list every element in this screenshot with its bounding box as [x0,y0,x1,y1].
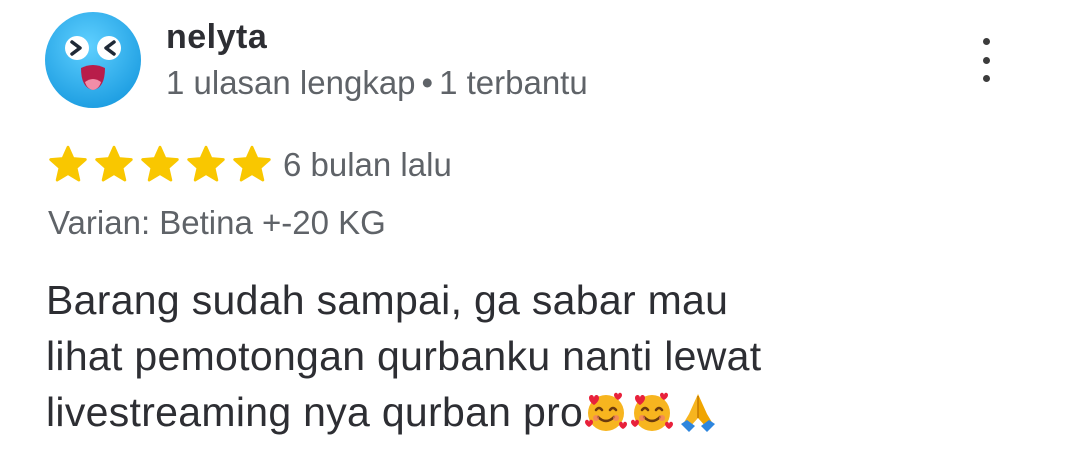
review-card: nelyta 1 ulasan lengkap • 1 terbantu 6 bul… [0,0,1080,462]
separator-dot: • [421,64,434,101]
more-options-icon [982,38,990,45]
star-rating [47,144,273,186]
star-icon [49,145,87,182]
review-line: lihat pemotongan qurbanku nanti lewat [46,333,762,379]
squinting-face-avatar-icon[interactable] [45,12,141,108]
star-icon [233,145,271,182]
review-time: 6 bulan lalu [283,146,452,183]
star-icon [141,145,179,182]
rating-row: 6 bulan lalu [47,144,452,186]
helpful-count: 1 terbantu [439,64,588,101]
reviewer-name[interactable]: nelyta [166,18,267,57]
product-variant: Varian: Betina +-20 KG [48,204,386,241]
review-text: Barang sudah sampai, ga sabar mau lihat … [46,272,906,440]
star-icon [187,145,225,182]
star-icon [95,145,133,182]
reviewer-stats: 1 ulasan lengkap • 1 terbantu [166,64,588,102]
smiling-face-with-hearts-icon [585,392,628,431]
reviews-count: 1 ulasan lengkap [166,64,416,101]
more-options-button[interactable] [966,38,1006,82]
smiling-face-with-hearts-icon [631,392,674,431]
review-line-text: livestreaming nya qurban pro [46,389,584,435]
folded-hands-icon [681,394,716,432]
review-line: Barang sudah sampai, ga sabar mau [46,277,729,323]
review-line-last: livestreaming nya qurban pro [46,384,906,440]
